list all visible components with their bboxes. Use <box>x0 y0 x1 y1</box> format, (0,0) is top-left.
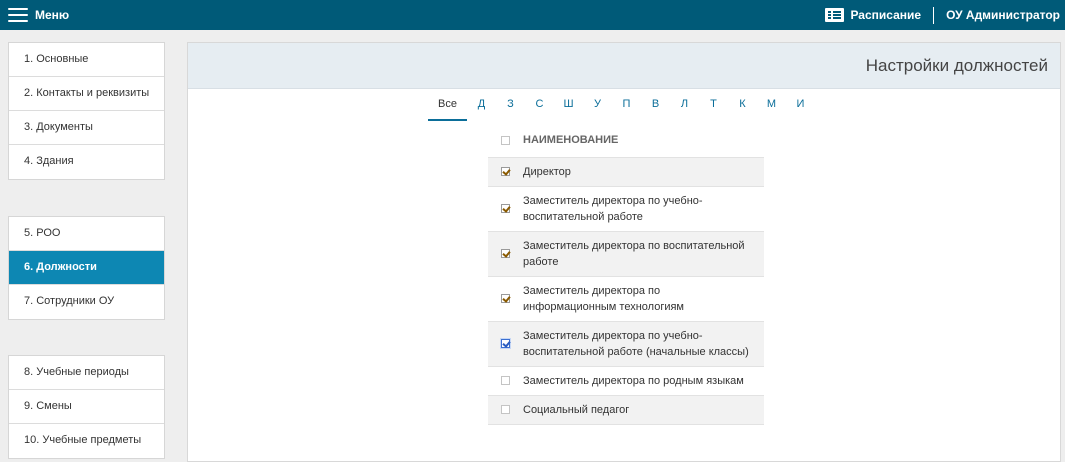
row-checkbox[interactable] <box>501 294 510 304</box>
row-checkbox[interactable] <box>501 204 510 214</box>
table-row: Директор <box>488 157 764 187</box>
sidebar-item-general[interactable]: 1. Основные <box>9 43 164 77</box>
positions-table: НАИМЕНОВАНИЕ Директор Заместитель директо… <box>488 124 764 425</box>
menu-label: Меню <box>35 8 70 22</box>
sidebar-group-1: 1. Основные 2. Контакты и реквизиты 3. Д… <box>8 42 165 180</box>
position-name: Заместитель директора по информационным … <box>523 276 764 322</box>
page-title: Настройки должностей <box>865 56 1048 75</box>
table-row: Заместитель директора по родным языкам <box>488 366 764 396</box>
letter-tab[interactable]: Д <box>467 93 496 121</box>
position-name: Заместитель директора по учебно-воспитат… <box>523 186 764 232</box>
sidebar-item-staff[interactable]: 7. Сотрудники ОУ <box>9 285 164 319</box>
letter-tab[interactable]: В <box>641 93 670 121</box>
panel-header: Настройки должностей <box>188 43 1060 89</box>
topbar-divider <box>933 6 935 24</box>
sidebar-item-roo[interactable]: 5. РОО <box>9 217 164 251</box>
row-checkbox[interactable] <box>501 376 510 386</box>
sidebar-item-documents[interactable]: 3. Документы <box>9 111 164 145</box>
sidebar-item-study-periods[interactable]: 8. Учебные периоды <box>9 356 164 390</box>
letter-tab[interactable]: Л <box>670 93 699 121</box>
user-menu[interactable]: ОУ Администратор <box>946 8 1060 22</box>
letter-tab[interactable]: И <box>786 93 815 121</box>
main-panel: Настройки должностей Все Д З С Ш У П В Л Т К М И НАИ… <box>187 42 1061 462</box>
position-name: Заместитель директора по учебно-воспитат… <box>523 321 764 367</box>
sidebar-item-subjects[interactable]: 10. Учебные предметы <box>9 424 164 458</box>
schedule-icon <box>825 8 845 22</box>
column-header-name: НАИМЕНОВАНИЕ <box>523 124 764 158</box>
sidebar-group-2: 5. РОО 6. Должности 7. Сотрудники ОУ <box>8 216 165 320</box>
position-name: Директор <box>523 157 764 187</box>
schedule-label: Расписание <box>850 8 922 22</box>
letter-tab[interactable]: С <box>525 93 554 121</box>
letter-tab[interactable]: П <box>612 93 641 121</box>
position-name: Социальный педагог <box>523 395 764 425</box>
letter-tab-all[interactable]: Все <box>428 93 467 121</box>
sidebar-item-positions[interactable]: 6. Должности <box>9 251 164 285</box>
row-checkbox[interactable] <box>501 249 510 259</box>
letter-tab[interactable]: У <box>583 93 612 121</box>
row-checkbox[interactable] <box>501 339 510 349</box>
sidebar-item-shifts[interactable]: 9. Смены <box>9 390 164 424</box>
menu-button[interactable]: Меню <box>8 0 69 30</box>
position-name: Заместитель директора по воспитательной … <box>523 231 764 277</box>
table-row: Социальный педагог <box>488 395 764 425</box>
sidebar-item-contacts[interactable]: 2. Контакты и реквизиты <box>9 77 164 111</box>
hamburger-icon <box>8 8 28 22</box>
table-row: Заместитель директора по информационным … <box>488 276 764 322</box>
schedule-link[interactable]: Расписание <box>825 8 933 22</box>
letter-tab[interactable]: З <box>496 93 525 121</box>
position-name: Заместитель директора по родным языкам <box>523 366 764 396</box>
letter-tab[interactable]: М <box>757 93 786 121</box>
letter-tab[interactable]: Ш <box>554 93 583 121</box>
letter-filter: Все Д З С Ш У П В Л Т К М И <box>428 93 815 121</box>
table-header-row: НАИМЕНОВАНИЕ <box>488 124 764 158</box>
letter-tab[interactable]: К <box>728 93 757 121</box>
table-row: Заместитель директора по воспитательной … <box>488 231 764 277</box>
sidebar-group-3: 8. Учебные периоды 9. Смены 10. Учебные … <box>8 355 165 459</box>
select-all-checkbox[interactable] <box>501 135 510 145</box>
row-checkbox[interactable] <box>501 405 510 415</box>
sidebar-item-buildings[interactable]: 4. Здания <box>9 145 164 179</box>
top-bar: Меню Расписание ОУ Администратор <box>0 0 1065 30</box>
row-checkbox[interactable] <box>501 167 510 177</box>
table-row: Заместитель директора по учебно-воспитат… <box>488 321 764 367</box>
table-row: Заместитель директора по учебно-воспитат… <box>488 186 764 232</box>
letter-tab[interactable]: Т <box>699 93 728 121</box>
